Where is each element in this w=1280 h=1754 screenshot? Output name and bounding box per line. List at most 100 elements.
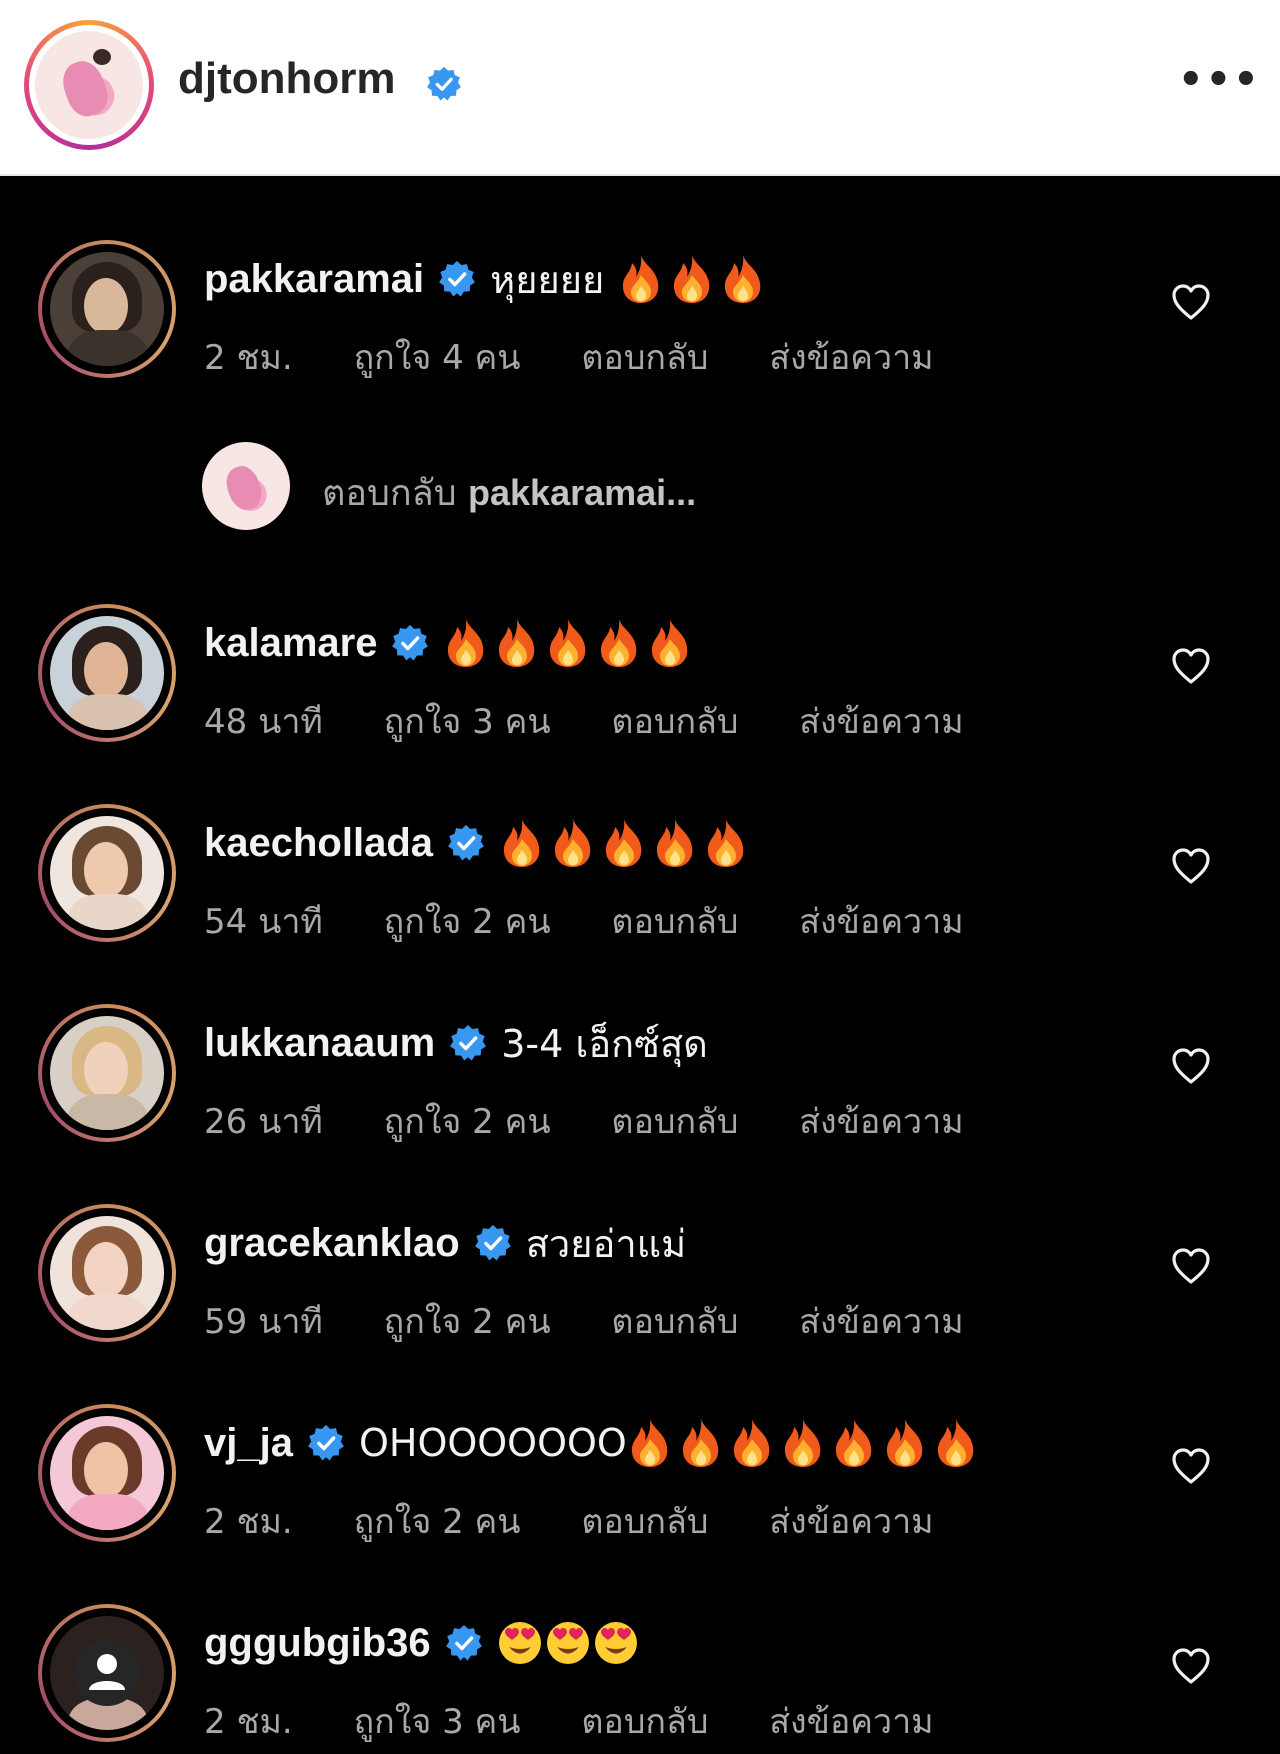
comment-time: 2 ชม. bbox=[204, 1702, 293, 1742]
verified-badge-icon bbox=[449, 1024, 487, 1062]
comment-emoji bbox=[497, 1620, 641, 1666]
comment-likes[interactable]: ถูกใจ 2 คน bbox=[384, 894, 551, 948]
comment-username[interactable]: gracekanklao bbox=[204, 1221, 460, 1266]
fire-emoji-icon bbox=[596, 617, 642, 669]
verified-badge-icon bbox=[447, 824, 485, 862]
comment-likes[interactable]: ถูกใจ 2 คน bbox=[354, 1494, 521, 1548]
commenter-avatar[interactable] bbox=[38, 1604, 176, 1742]
comment-emoji bbox=[499, 817, 754, 869]
heart-eyes-emoji-icon bbox=[545, 1620, 591, 1666]
like-heart-icon[interactable] bbox=[1170, 646, 1212, 686]
fire-emoji-icon bbox=[729, 1417, 775, 1469]
fire-emoji-icon bbox=[601, 817, 647, 869]
comment-text: หุยยยย bbox=[490, 257, 605, 302]
comment-likes[interactable]: ถูกใจ 4 คน bbox=[354, 330, 521, 384]
post-author-username[interactable]: djtonhorm bbox=[178, 54, 396, 104]
comment-text: OHOOOOOOO bbox=[358, 1421, 627, 1465]
comment-username[interactable]: kaechollada bbox=[204, 821, 433, 866]
comment-item: pakkaramai หุยยยย 2 ชม. ถูกใจ 4 คน ตอบกล… bbox=[0, 240, 1280, 390]
like-heart-icon[interactable] bbox=[1170, 1446, 1212, 1486]
verified-badge-icon bbox=[426, 66, 462, 102]
profile-avatar[interactable] bbox=[24, 20, 154, 150]
like-heart-icon[interactable] bbox=[1170, 1646, 1212, 1686]
fire-emoji-icon bbox=[647, 617, 693, 669]
send-message-button[interactable]: ส่งข้อความ bbox=[769, 1694, 933, 1748]
heart-eyes-emoji-icon bbox=[497, 1620, 543, 1666]
header-divider bbox=[0, 174, 1280, 176]
reply-button[interactable]: ตอบกลับ bbox=[581, 330, 708, 384]
verified-badge-icon bbox=[438, 260, 476, 298]
fire-emoji-icon bbox=[933, 1417, 979, 1469]
comment-time: 2 ชม. bbox=[204, 1502, 293, 1542]
fire-emoji-icon bbox=[703, 817, 749, 869]
verified-badge-icon bbox=[445, 1624, 483, 1662]
comment-item: gracekanklao สวยอ่าแม่ 59 นาที ถูกใจ 2 ค… bbox=[0, 1204, 1280, 1354]
comment-emoji bbox=[443, 617, 698, 669]
post-header: djtonhorm ••• bbox=[0, 0, 1280, 176]
comment-username[interactable]: pakkaramai bbox=[204, 257, 424, 302]
comment-item: gggubgib36 2 ชม. ถูกใจ 3 คน ตอบกลับ ส่งข… bbox=[0, 1604, 1280, 1754]
more-options-icon[interactable]: ••• bbox=[1178, 60, 1259, 100]
commenter-avatar[interactable] bbox=[38, 1004, 176, 1142]
fire-emoji-icon bbox=[627, 1417, 673, 1469]
fire-emoji-icon bbox=[545, 617, 591, 669]
comment-time: 54 นาที bbox=[204, 902, 323, 942]
send-message-button[interactable]: ส่งข้อความ bbox=[769, 1494, 933, 1548]
commenter-avatar[interactable] bbox=[38, 1404, 176, 1542]
like-heart-icon[interactable] bbox=[1170, 1046, 1212, 1086]
fire-emoji-icon bbox=[669, 253, 715, 305]
comment-time: 2 ชม. bbox=[204, 338, 293, 378]
commenter-avatar[interactable] bbox=[38, 1204, 176, 1342]
send-message-button[interactable]: ส่งข้อความ bbox=[799, 1294, 963, 1348]
comment-text: 3-4 เอ็กซ์สุด bbox=[501, 1021, 708, 1066]
comment-likes[interactable]: ถูกใจ 2 คน bbox=[384, 1294, 551, 1348]
comment-likes[interactable]: ถูกใจ 3 คน bbox=[354, 1694, 521, 1748]
reply-button[interactable]: ตอบกลับ bbox=[581, 1694, 708, 1748]
fire-emoji-icon bbox=[720, 253, 766, 305]
fire-emoji-icon bbox=[678, 1417, 724, 1469]
fire-emoji-icon bbox=[882, 1417, 928, 1469]
reply-button[interactable]: ตอบกลับ bbox=[611, 694, 738, 748]
comment-emoji bbox=[618, 253, 771, 305]
fire-emoji-icon bbox=[652, 817, 698, 869]
fire-emoji-icon bbox=[494, 617, 540, 669]
reply-button[interactable]: ตอบกลับ bbox=[611, 1094, 738, 1148]
comment-username[interactable]: kalamare bbox=[204, 621, 377, 666]
commenter-avatar[interactable] bbox=[38, 240, 176, 378]
verified-badge-icon bbox=[307, 1424, 345, 1462]
comment-username[interactable]: gggubgib36 bbox=[204, 1621, 431, 1666]
reply-button[interactable]: ตอบกลับ bbox=[581, 1494, 708, 1548]
reply-prompt[interactable]: ตอบกลับ pakkaramai... bbox=[0, 442, 1280, 532]
send-message-button[interactable]: ส่งข้อความ bbox=[799, 1094, 963, 1148]
fire-emoji-icon bbox=[550, 817, 596, 869]
fire-emoji-icon bbox=[499, 817, 545, 869]
like-heart-icon[interactable] bbox=[1170, 1246, 1212, 1286]
like-heart-icon[interactable] bbox=[1170, 282, 1212, 322]
reply-button[interactable]: ตอบกลับ bbox=[611, 1294, 738, 1348]
fire-emoji-icon bbox=[618, 253, 664, 305]
comment-emoji bbox=[627, 1417, 984, 1469]
fire-emoji-icon bbox=[443, 617, 489, 669]
commenter-avatar[interactable] bbox=[38, 804, 176, 942]
send-message-button[interactable]: ส่งข้อความ bbox=[769, 330, 933, 384]
comment-item: lukkanaaum 3-4 เอ็กซ์สุด 26 นาที ถูกใจ 2… bbox=[0, 1004, 1280, 1154]
comment-time: 59 นาที bbox=[204, 1302, 323, 1342]
comment-username[interactable]: vj_ja bbox=[204, 1421, 293, 1466]
comment-item: kaechollada 54 นาที ถูกใจ 2 คน ตอบกลับ ส… bbox=[0, 804, 1280, 954]
own-avatar bbox=[202, 442, 290, 530]
fire-emoji-icon bbox=[831, 1417, 877, 1469]
like-heart-icon[interactable] bbox=[1170, 846, 1212, 886]
reply-prompt-label: ตอบกลับ bbox=[322, 473, 457, 514]
commenter-avatar[interactable] bbox=[38, 604, 176, 742]
comment-likes[interactable]: ถูกใจ 2 คน bbox=[384, 1094, 551, 1148]
comment-username[interactable]: lukkanaaum bbox=[204, 1021, 435, 1066]
send-message-button[interactable]: ส่งข้อความ bbox=[799, 894, 963, 948]
comment-time: 26 นาที bbox=[204, 1102, 323, 1142]
reply-prompt-target: pakkaramai... bbox=[468, 472, 697, 513]
comment-likes[interactable]: ถูกใจ 3 คน bbox=[384, 694, 551, 748]
default-user-icon bbox=[74, 1640, 140, 1706]
comment-time: 48 นาที bbox=[204, 702, 323, 742]
reply-button[interactable]: ตอบกลับ bbox=[611, 894, 738, 948]
send-message-button[interactable]: ส่งข้อความ bbox=[799, 694, 963, 748]
verified-badge-icon bbox=[474, 1224, 512, 1262]
